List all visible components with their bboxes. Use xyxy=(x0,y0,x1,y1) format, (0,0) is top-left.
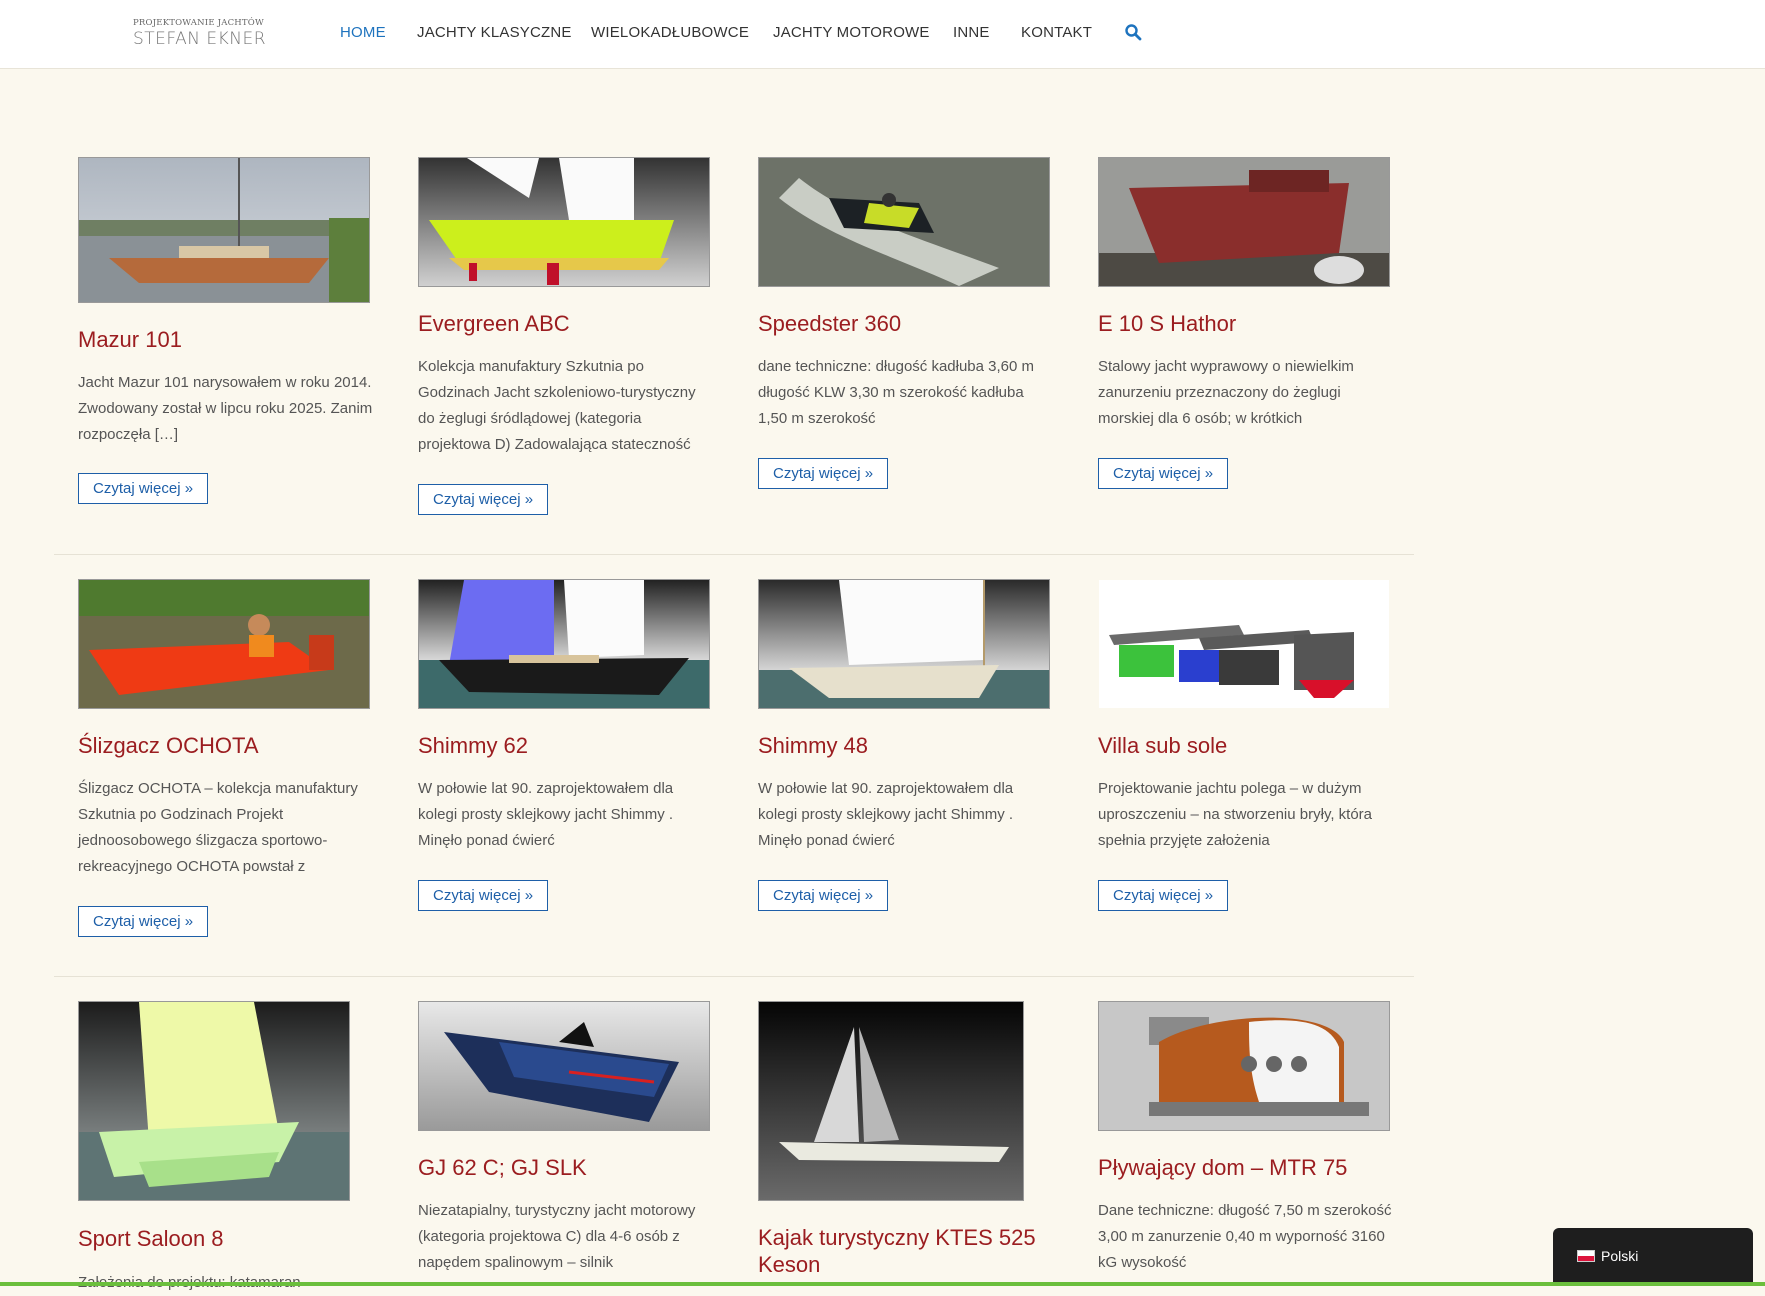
post-thumbnail[interactable] xyxy=(78,157,370,303)
site-logo[interactable]: PROJEKTOWANIE JACHTÓW STEFAN EKNER xyxy=(133,18,273,50)
sailboat-photo-icon xyxy=(79,158,369,302)
language-switcher[interactable]: Polski xyxy=(1553,1228,1753,1286)
post-thumbnail[interactable] xyxy=(1098,157,1390,287)
post-thumbnail[interactable] xyxy=(1098,1001,1390,1131)
post-title[interactable]: GJ 62 C; GJ SLK xyxy=(418,1155,587,1181)
post-title[interactable]: Ślizgacz OCHOTA xyxy=(78,733,259,759)
poland-flag-icon xyxy=(1577,1250,1595,1262)
nav-wielokadlubowce[interactable]: WIELOKADŁUBOWCE xyxy=(591,24,749,41)
search-icon[interactable] xyxy=(1124,23,1142,41)
post-thumbnail[interactable] xyxy=(758,157,1050,287)
read-more-button[interactable]: Czytaj więcej » xyxy=(758,458,889,489)
post-title[interactable]: Shimmy 62 xyxy=(418,733,528,759)
houseboat-render-icon xyxy=(1099,1002,1389,1130)
motor-yacht-render-icon xyxy=(419,1002,709,1130)
houseboat-render-icon xyxy=(1099,580,1389,708)
read-more-button[interactable]: Czytaj więcej » xyxy=(418,484,549,515)
post-excerpt: Niezatapialny, turystyczny jacht motorow… xyxy=(418,1202,696,1271)
nav-kontakt[interactable]: KONTAKT xyxy=(1021,24,1092,41)
nav-home[interactable]: HOME xyxy=(340,24,386,41)
read-more-button[interactable]: Czytaj więcej » xyxy=(78,473,209,504)
post-title[interactable]: Villa sub sole xyxy=(1098,733,1227,759)
read-more-button[interactable]: Czytaj więcej » xyxy=(418,880,549,911)
read-more-button[interactable]: Czytaj więcej » xyxy=(758,880,889,911)
language-label: Polski xyxy=(1601,1248,1639,1264)
logo-name: STEFAN EKNER xyxy=(133,29,267,49)
yacht-render-icon xyxy=(419,580,709,708)
post-excerpt: W połowie lat 90. zaprojektowałem dla ko… xyxy=(758,780,1014,849)
post-excerpt: Projektowanie jachtu polega – w dużym up… xyxy=(1098,780,1373,849)
post-excerpt: Ślizgacz OCHOTA – kolekcja manufaktury S… xyxy=(78,780,358,875)
bottom-accent-bar xyxy=(0,1282,1765,1286)
yacht-render-icon xyxy=(419,158,709,286)
post-thumbnail[interactable] xyxy=(418,157,710,287)
catamaran-render-icon xyxy=(79,1002,349,1200)
steel-yacht-photo-icon xyxy=(1099,158,1389,286)
post-title[interactable]: Speedster 360 xyxy=(758,311,901,337)
post-excerpt: Stalowy jacht wyprawowy o niewielkim zan… xyxy=(1098,358,1354,427)
post-excerpt: Dane techniczne: długość 7,50 m szerokoś… xyxy=(1098,1202,1392,1271)
post-thumbnail[interactable] xyxy=(758,1001,1024,1201)
read-more-button[interactable]: Czytaj więcej » xyxy=(1098,880,1229,911)
post-excerpt: Kolekcja manufaktury Szkutnia po Godzina… xyxy=(418,358,696,453)
read-more-button[interactable]: Czytaj więcej » xyxy=(1098,458,1229,489)
logo-tagline: PROJEKTOWANIE JACHTÓW xyxy=(133,18,264,28)
post-title[interactable]: Mazur 101 xyxy=(78,327,182,353)
post-title[interactable]: Sport Saloon 8 xyxy=(78,1226,224,1252)
post-thumbnail[interactable] xyxy=(758,579,1050,709)
post-thumbnail[interactable] xyxy=(418,1001,710,1131)
post-thumbnail[interactable] xyxy=(418,579,710,709)
post-thumbnail[interactable] xyxy=(78,579,370,709)
row-divider xyxy=(54,554,1414,555)
post-excerpt: W połowie lat 90. zaprojektowałem dla ko… xyxy=(418,780,674,849)
post-title[interactable]: Kajak turystyczny KTES 525 Keson xyxy=(758,1224,1050,1278)
nav-inne[interactable]: INNE xyxy=(953,24,990,41)
post-title[interactable]: Pływający dom – MTR 75 xyxy=(1098,1155,1347,1181)
site-header: PROJEKTOWANIE JACHTÓW STEFAN EKNER HOME … xyxy=(0,0,1765,69)
post-excerpt: dane techniczne: długość kadłuba 3,60 m … xyxy=(758,358,1035,427)
read-more-button[interactable]: Czytaj więcej » xyxy=(78,906,209,937)
yacht-render-icon xyxy=(759,580,1049,708)
post-title[interactable]: Evergreen ABC xyxy=(418,311,570,337)
nav-jachty-motorowe[interactable]: JACHTY MOTOROWE xyxy=(773,24,930,41)
post-title[interactable]: Shimmy 48 xyxy=(758,733,868,759)
speedboat-photo-icon xyxy=(79,580,369,708)
kayak-render-icon xyxy=(759,1002,1023,1200)
post-excerpt: Jacht Mazur 101 narysowałem w roku 2014.… xyxy=(78,374,373,443)
post-thumbnail[interactable] xyxy=(1098,579,1390,709)
speedboat-photo-icon xyxy=(759,158,1049,286)
post-thumbnail[interactable] xyxy=(78,1001,350,1201)
nav-jachty-klasyczne[interactable]: JACHTY KLASYCZNE xyxy=(417,24,572,41)
post-title[interactable]: E 10 S Hathor xyxy=(1098,311,1236,337)
row-divider xyxy=(54,976,1414,977)
